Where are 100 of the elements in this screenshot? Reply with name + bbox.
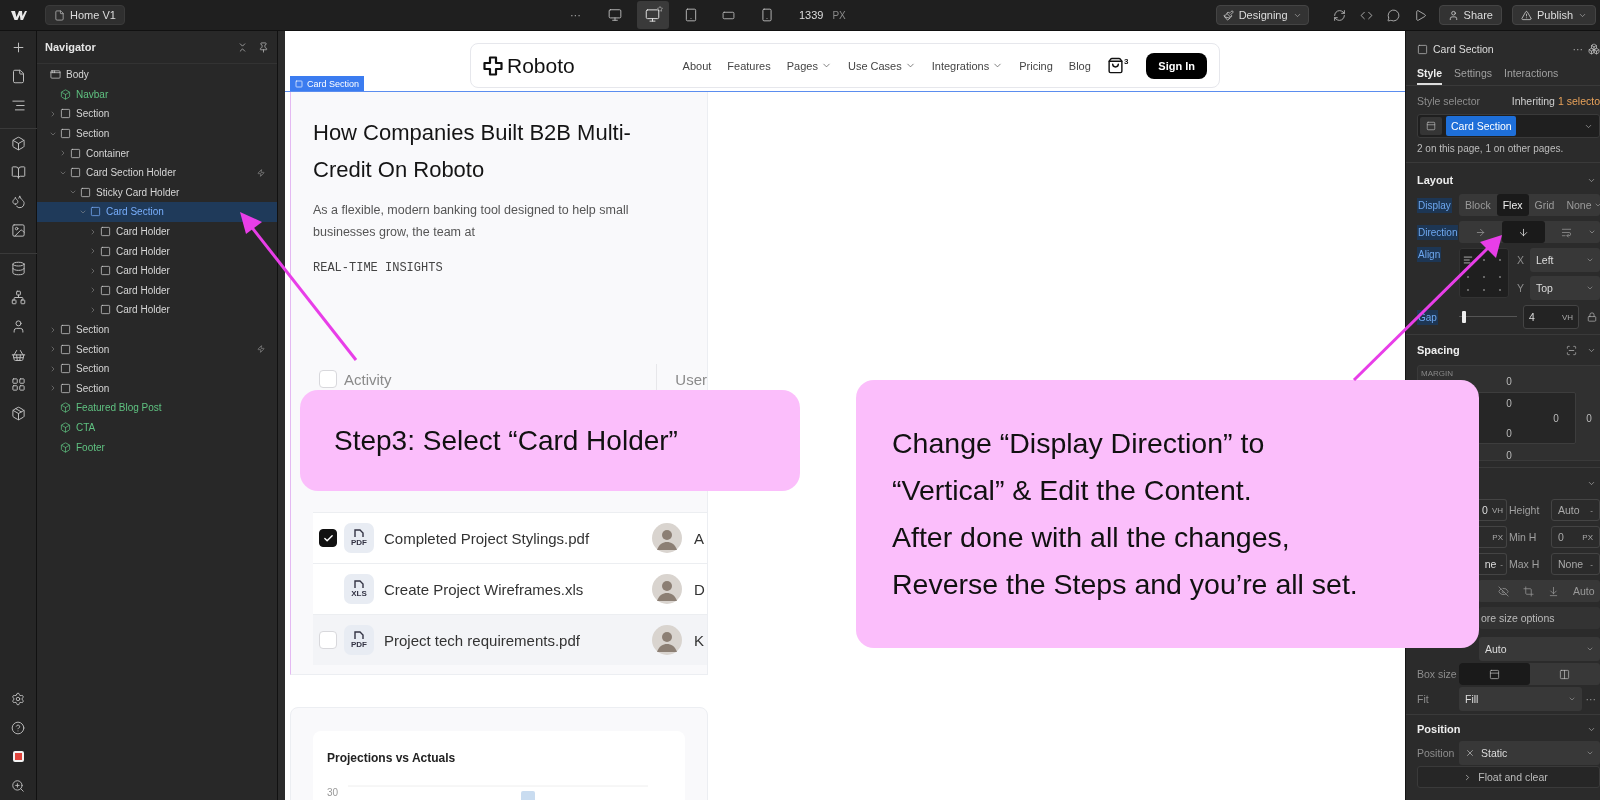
spacing-value[interactable]: 0 <box>1586 412 1592 424</box>
navigator-item[interactable]: Section <box>37 339 277 359</box>
share-button[interactable]: Share <box>1438 5 1502 25</box>
chevron-right-icon[interactable] <box>89 227 97 236</box>
page-icon[interactable] <box>10 69 26 84</box>
search-icon[interactable] <box>11 778 25 793</box>
chevron-right-icon[interactable] <box>49 364 57 373</box>
spacing-value[interactable]: 0 <box>1506 449 1512 461</box>
spacing-value[interactable]: 0 <box>1506 375 1512 387</box>
align-y-dropdown[interactable]: Top <box>1530 276 1600 300</box>
navigator-item[interactable]: CTA <box>37 417 277 438</box>
navigator-item[interactable]: Card Holder <box>37 260 277 281</box>
overflow-control[interactable]: Auto <box>1478 580 1600 602</box>
panel-tab[interactable]: Interactions <box>1504 63 1559 85</box>
navigator-item[interactable]: Section <box>37 358 277 379</box>
chevron-right-icon[interactable] <box>49 325 57 334</box>
chevron-right-icon[interactable] <box>89 305 97 314</box>
collapse-icon[interactable] <box>237 41 248 53</box>
spacing-value[interactable]: 0 <box>1506 427 1512 439</box>
plus-icon[interactable] <box>10 40 26 55</box>
checkbox[interactable] <box>319 529 337 547</box>
nav-link[interactable]: Features <box>727 59 771 72</box>
display-option[interactable]: Block <box>1459 194 1497 216</box>
comment-icon[interactable] <box>1384 6 1402 24</box>
navigator-item[interactable]: Sticky Card Holder <box>37 182 277 203</box>
navigator-item[interactable]: Section <box>37 319 277 340</box>
size-field[interactable]: None - <box>1551 553 1600 575</box>
position-dropdown[interactable]: Static <box>1459 741 1600 765</box>
book-icon[interactable] <box>10 165 26 180</box>
navigator-item[interactable]: Card Holder <box>37 241 277 261</box>
navigator-item[interactable]: Body <box>37 65 277 85</box>
help-icon[interactable] <box>11 720 25 735</box>
stop-icon[interactable] <box>12 751 24 762</box>
panel-tab[interactable]: Settings <box>1454 63 1493 85</box>
navigator-item[interactable]: Card Holder <box>37 221 277 242</box>
navigator-item[interactable]: Card Section <box>37 202 277 222</box>
nav-link[interactable]: Pricing <box>1019 59 1053 72</box>
droplets-icon[interactable] <box>10 194 26 209</box>
lock-icon[interactable] <box>1587 312 1597 322</box>
navigator-item[interactable]: Navbar <box>37 84 277 105</box>
class-chip[interactable]: Card Section <box>1446 116 1516 136</box>
grid-icon[interactable] <box>10 377 26 392</box>
breakpoint-button[interactable] <box>636 1 669 29</box>
slider-thumb[interactable] <box>1461 311 1466 323</box>
chevron-right-icon[interactable] <box>49 384 57 393</box>
cart-icon[interactable] <box>1106 57 1124 74</box>
spacing-value[interactable]: 0 <box>1553 412 1559 424</box>
navigator-item[interactable]: Section <box>37 123 277 144</box>
more-size-options-button[interactable]: ore size options <box>1479 607 1600 629</box>
nav-link[interactable]: Integrations <box>931 59 1004 72</box>
chevron-right-icon[interactable] <box>49 110 57 118</box>
chevron-right-icon[interactable] <box>49 345 57 354</box>
table-row[interactable]: PDF Completed Project Stylings.pdf A <box>313 512 707 563</box>
size-field[interactable]: 0 PX <box>1551 526 1600 548</box>
float-and-clear-button[interactable]: Float and clear <box>1417 766 1600 788</box>
logo-icon[interactable] <box>10 9 27 21</box>
nav-link[interactable]: About <box>682 59 712 72</box>
chevron-right-icon[interactable] <box>89 286 97 295</box>
publish-button[interactable]: Publish <box>1511 5 1596 25</box>
chevron-right-icon[interactable] <box>89 266 97 275</box>
navigator-item[interactable]: Featured Blog Post <box>37 398 277 418</box>
align-x-dropdown[interactable]: Left <box>1530 248 1600 272</box>
network-icon[interactable] <box>10 290 26 305</box>
table-row[interactable]: PDF Project tech requirements.pdf K <box>313 614 707 665</box>
gap-field[interactable]: 4 VH <box>1523 305 1579 329</box>
navigator-item[interactable]: Card Holder <box>37 300 277 320</box>
mode-dropdown[interactable]: Designing <box>1215 5 1309 25</box>
navigator-item[interactable]: Footer <box>37 437 277 457</box>
cube-icon[interactable] <box>10 136 26 151</box>
pin-icon[interactable] <box>258 41 269 53</box>
box-size-option[interactable] <box>1459 663 1530 685</box>
gap-slider[interactable] <box>1459 311 1517 323</box>
panel-tab[interactable]: Style <box>1417 63 1443 85</box>
navigator-item[interactable]: Card Holder <box>37 280 277 301</box>
chevron-right-icon[interactable] <box>89 247 97 256</box>
nav-link[interactable]: Pages <box>786 59 832 72</box>
ratio-dropdown[interactable]: Auto <box>1479 637 1600 661</box>
more-button[interactable]: ··· <box>569 9 581 21</box>
chevron-right-icon[interactable] <box>59 149 67 158</box>
settings-icon[interactable] <box>11 691 25 706</box>
nav-link[interactable]: Blog <box>1068 59 1091 72</box>
more-button[interactable]: ··· <box>1572 43 1583 55</box>
display-option[interactable]: None <box>1560 194 1600 216</box>
nav-link[interactable]: Use Cases <box>847 59 916 72</box>
navigator-item[interactable]: Card Section Holder <box>37 162 277 183</box>
navigator-item[interactable]: Section <box>37 104 277 124</box>
basket-icon[interactable] <box>10 348 26 363</box>
image-icon[interactable] <box>10 223 26 238</box>
size-field[interactable]: Auto - <box>1551 499 1600 521</box>
fit-dropdown[interactable]: Fill <box>1459 687 1582 711</box>
sign-in-button[interactable]: Sign In <box>1146 52 1207 79</box>
database-icon[interactable] <box>10 261 26 276</box>
table-row[interactable]: XLS Create Project Wireframes.xls D <box>313 563 707 614</box>
package-icon[interactable] <box>10 406 26 421</box>
more-button[interactable]: ··· <box>1585 693 1596 705</box>
user-icon[interactable] <box>10 319 26 334</box>
navigator-item[interactable]: Section <box>37 378 277 399</box>
page-button[interactable]: Home V1 <box>45 5 125 25</box>
navigator-item[interactable]: Container <box>37 143 277 163</box>
display-option[interactable]: Flex <box>1496 194 1529 216</box>
